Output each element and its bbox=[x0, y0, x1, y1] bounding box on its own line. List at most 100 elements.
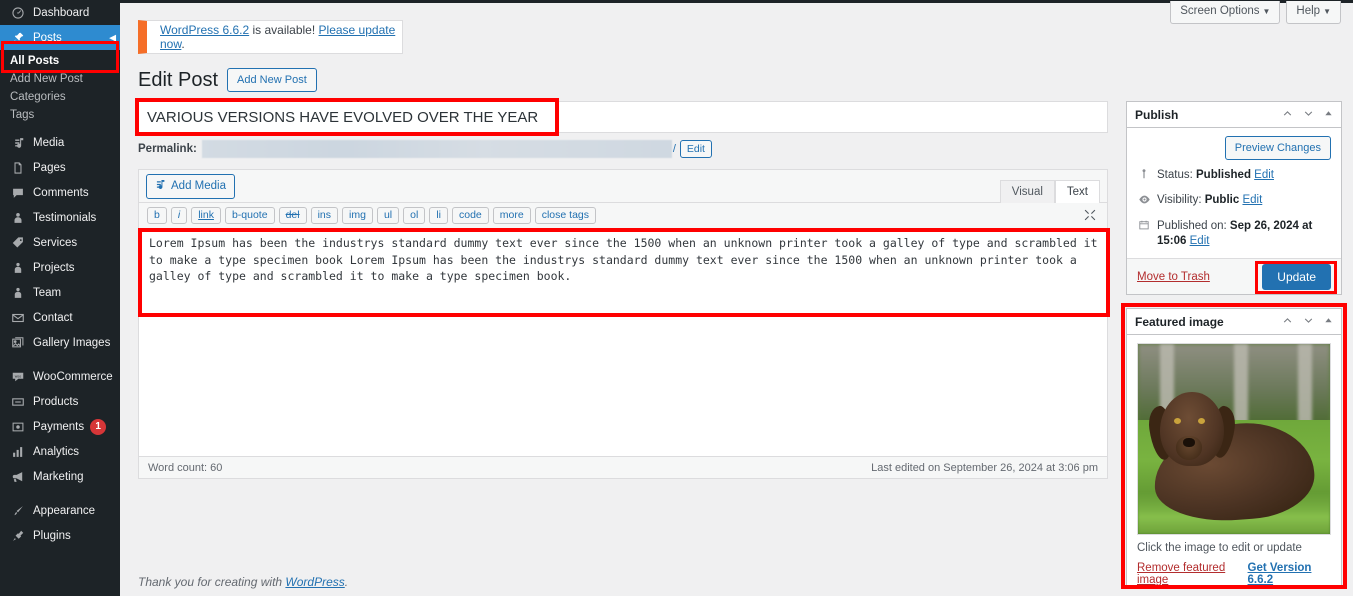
post-editor: Add Media Visual Text b i link b-quote d… bbox=[138, 169, 1110, 479]
sidebar-item-comments[interactable]: Comments bbox=[0, 180, 120, 205]
permalink-row: Permalink: / Edit bbox=[138, 139, 1108, 158]
wordpress-link[interactable]: WordPress bbox=[285, 575, 344, 589]
last-edited: Last edited on September 26, 2024 at 3:0… bbox=[871, 461, 1098, 474]
content-textarea[interactable]: Lorem Ipsum has been the industrys stand… bbox=[149, 235, 1099, 285]
sidebar-item-label: Comments bbox=[33, 186, 89, 199]
move-down-icon[interactable] bbox=[1303, 315, 1314, 329]
sidebar-item-dashboard[interactable]: Dashboard bbox=[0, 0, 120, 25]
quicktag-li[interactable]: li bbox=[429, 207, 448, 224]
sidebar-item-contact[interactable]: Contact bbox=[0, 305, 120, 330]
sidebar-item-label: Pages bbox=[33, 161, 66, 174]
editor-media-bar: Add Media Visual Text bbox=[139, 170, 1107, 203]
status-edit-link[interactable]: Edit bbox=[1254, 169, 1274, 181]
move-up-icon[interactable] bbox=[1282, 315, 1293, 329]
post-title-input[interactable]: VARIOUS VERSIONS HAVE EVOLVED OVER THE Y… bbox=[138, 101, 1108, 133]
quicktag-ins[interactable]: ins bbox=[310, 207, 339, 224]
analytics-icon bbox=[9, 443, 26, 460]
sidebar-item-testimonials[interactable]: Testimonials bbox=[0, 205, 120, 230]
published-edit-link[interactable]: Edit bbox=[1190, 235, 1210, 247]
published-on-row: Published on: Sep 26, 2024 at 15:06 Edit bbox=[1137, 219, 1331, 249]
featured-image-title: Featured image bbox=[1135, 314, 1224, 329]
sidebar-item-plugins[interactable]: Plugins bbox=[0, 523, 120, 548]
main-content: Screen Options ▼ Help ▼ WordPress 6.6.2 is… bbox=[120, 1, 1353, 596]
fullscreen-icon[interactable] bbox=[1083, 208, 1097, 225]
thanks-suffix: . bbox=[344, 575, 349, 589]
quicktag-code[interactable]: code bbox=[452, 207, 489, 224]
sidebar-item-media[interactable]: Media bbox=[0, 130, 120, 155]
sidebar-item-gallery-images[interactable]: Gallery Images bbox=[0, 330, 120, 355]
add-media-button[interactable]: Add Media bbox=[146, 173, 235, 199]
quicktag-ul[interactable]: ul bbox=[376, 207, 400, 224]
screen-options-button[interactable]: Screen Options ▼ bbox=[1170, 1, 1281, 24]
quicktag-bquote[interactable]: b-quote bbox=[224, 207, 275, 224]
sidebar-item-woocommerce[interactable]: woo WooCommerce bbox=[0, 364, 120, 389]
quicktag-img[interactable]: img bbox=[342, 207, 373, 224]
gallery-icon bbox=[9, 334, 26, 351]
submenu-item-tags[interactable]: Tags bbox=[0, 106, 120, 124]
quicktag-bold[interactable]: b bbox=[147, 207, 167, 224]
remove-featured-image-link[interactable]: Remove featured image bbox=[1137, 562, 1248, 586]
featured-image-body: Click the image to edit or update Remove… bbox=[1127, 335, 1341, 586]
editor-footer: Word count: 60 Last edited on September … bbox=[139, 456, 1107, 478]
visibility-label: Visibility: bbox=[1157, 194, 1202, 206]
help-button[interactable]: Help ▼ bbox=[1286, 1, 1341, 24]
submenu-item-all-posts[interactable]: All Posts bbox=[0, 52, 120, 70]
sidebar-item-projects[interactable]: Projects bbox=[0, 255, 120, 280]
toggle-panel-icon[interactable] bbox=[1324, 316, 1333, 328]
submenu-item-categories[interactable]: Categories bbox=[0, 88, 120, 106]
update-button[interactable]: Update bbox=[1262, 263, 1331, 290]
quicktag-link[interactable]: link bbox=[191, 207, 221, 224]
sidebar-item-posts[interactable]: Posts ◀ bbox=[0, 25, 120, 50]
sidebar-item-label: Contact bbox=[33, 311, 73, 324]
submenu-item-add-new-post[interactable]: Add New Post bbox=[0, 70, 120, 88]
content-textarea-area: Lorem Ipsum has been the industrys stand… bbox=[138, 228, 1110, 456]
tag-icon bbox=[9, 234, 26, 251]
sidebar-item-label: Appearance bbox=[33, 504, 96, 517]
sidebar-divider-2 bbox=[0, 489, 120, 498]
wordpress-version-link[interactable]: WordPress 6.6.2 bbox=[160, 23, 249, 37]
get-version-link[interactable]: Get Version 6.6.2 bbox=[1248, 562, 1331, 586]
sidebar-item-appearance[interactable]: Appearance bbox=[0, 498, 120, 523]
sidebar-item-marketing[interactable]: Marketing bbox=[0, 464, 120, 489]
featured-image-thumbnail[interactable] bbox=[1137, 343, 1331, 535]
notice-middle-text: is available! bbox=[249, 23, 319, 37]
quicktag-more[interactable]: more bbox=[492, 207, 531, 224]
featured-image-header: Featured image bbox=[1127, 309, 1341, 335]
sidebar-item-payments[interactable]: Payments 1 bbox=[0, 414, 120, 439]
sidebar-item-products[interactable]: Products bbox=[0, 389, 120, 414]
move-down-icon[interactable] bbox=[1303, 108, 1314, 122]
move-up-icon[interactable] bbox=[1282, 108, 1293, 122]
sidebar-item-analytics[interactable]: Analytics bbox=[0, 439, 120, 464]
add-new-post-button[interactable]: Add New Post bbox=[227, 68, 317, 92]
megaphone-icon bbox=[9, 468, 26, 485]
sidebar-meta-boxes: Publish Preview Changes Status: Publishe… bbox=[1121, 101, 1347, 589]
quicktag-italic[interactable]: i bbox=[170, 207, 188, 224]
sidebar-item-label: WooCommerce bbox=[33, 370, 113, 383]
editor-mode-tabs: Visual Text bbox=[999, 180, 1100, 203]
sidebar-item-team[interactable]: Team bbox=[0, 280, 120, 305]
quicktag-del[interactable]: del bbox=[278, 207, 307, 224]
permalink-url-redacted[interactable] bbox=[201, 139, 672, 158]
quicktag-ol[interactable]: ol bbox=[403, 207, 426, 224]
sidebar-item-services[interactable]: Services bbox=[0, 230, 120, 255]
chevron-down-icon: ▼ bbox=[1262, 7, 1271, 16]
toggle-panel-icon[interactable] bbox=[1324, 109, 1333, 121]
brush-icon bbox=[9, 502, 26, 519]
sidebar-item-label: Services bbox=[33, 236, 78, 249]
featured-image-box: Featured image Click the image to edit o… bbox=[1126, 308, 1342, 587]
tab-text[interactable]: Text bbox=[1054, 180, 1100, 203]
quicktag-close-tags[interactable]: close tags bbox=[534, 207, 596, 224]
screen-options-label: Screen Options bbox=[1180, 5, 1260, 17]
tab-visual[interactable]: Visual bbox=[999, 180, 1055, 203]
thumb-fence-post-3 bbox=[1298, 344, 1312, 428]
sidebar-item-label: Posts bbox=[33, 31, 62, 44]
featured-image-caption: Click the image to edit or update bbox=[1137, 542, 1302, 554]
move-to-trash-link[interactable]: Move to Trash bbox=[1137, 271, 1210, 283]
chevron-right-icon: ◀ bbox=[109, 32, 116, 42]
visibility-edit-link[interactable]: Edit bbox=[1242, 194, 1262, 206]
preview-changes-button[interactable]: Preview Changes bbox=[1224, 136, 1331, 160]
permalink-edit-button[interactable]: Edit bbox=[679, 139, 712, 158]
sidebar-item-label: Plugins bbox=[33, 529, 71, 542]
sidebar-item-pages[interactable]: Pages bbox=[0, 155, 120, 180]
preview-row: Preview Changes bbox=[1137, 136, 1331, 160]
